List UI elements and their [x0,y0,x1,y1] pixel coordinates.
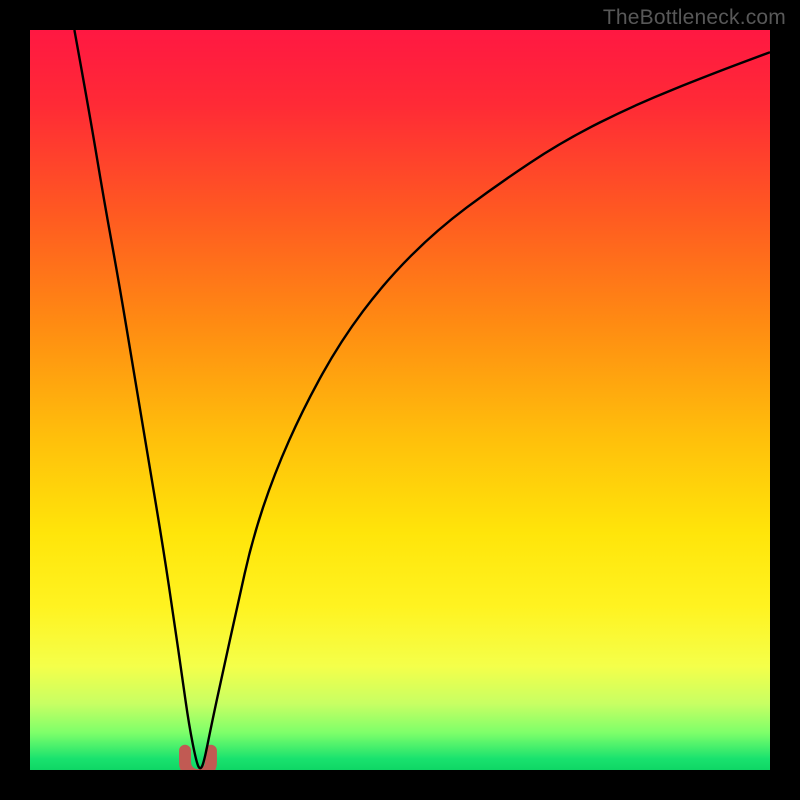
watermark-text: TheBottleneck.com [603,6,786,30]
plot-area [30,30,770,770]
curve-layer [30,30,770,770]
outer-frame: TheBottleneck.com [0,0,800,800]
bottleneck-curve [74,30,770,768]
